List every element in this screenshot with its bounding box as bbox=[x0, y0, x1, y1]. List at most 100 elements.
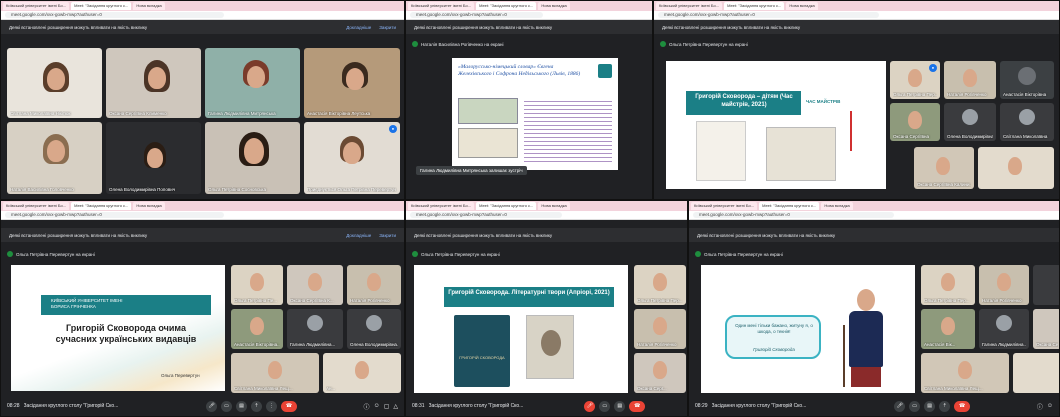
camera-icon[interactable]: ▭ bbox=[221, 400, 233, 412]
mic-icon[interactable]: 🎤︎ bbox=[894, 400, 906, 412]
meeting-clock: 08:28 bbox=[7, 403, 20, 409]
participant-tile: Оксана Серг... bbox=[634, 353, 686, 393]
participant-name: Оксана Серг... bbox=[637, 386, 667, 391]
people-icon[interactable]: ☺ bbox=[1047, 403, 1053, 409]
participant-tile: Ан... bbox=[323, 353, 401, 393]
meet-screenshot-collage: Київський університет імені Бо... Meet: … bbox=[0, 0, 1060, 417]
tab-new[interactable]: Нова вкладка bbox=[786, 2, 818, 10]
participant-tile: Наталія Василівна Головченко bbox=[7, 122, 102, 194]
presenter-text: Ольга Петрівна Перевертун на екрані bbox=[669, 41, 748, 47]
info-icon[interactable]: ⓘ bbox=[1037, 402, 1043, 411]
captions-icon[interactable]: ▤ bbox=[924, 400, 936, 412]
slide-title: Григорій Сковорода очима сучасних україн… bbox=[55, 323, 197, 344]
tab-meet[interactable]: Meet: "Засідання круглого с... bbox=[724, 2, 785, 10]
url-field[interactable]: meet.google.com/xvx-gowb-mwp?authuser=0 bbox=[658, 12, 879, 18]
participant-name: Наталія Рогівченко bbox=[637, 342, 677, 347]
end-call-icon[interactable]: ☎︎ bbox=[954, 400, 971, 412]
chat-icon[interactable]: ▢ bbox=[384, 403, 390, 410]
portrait-image bbox=[526, 315, 574, 379]
meet-control-bar: 08:28 Засідання круглого столу "Григорій… bbox=[1, 396, 404, 416]
url-field[interactable]: meet.google.com/xvx-gowb-mwp?authuser=0 bbox=[410, 212, 563, 218]
end-call-icon[interactable]: ☎︎ bbox=[281, 400, 298, 412]
tab-meet[interactable]: Meet: "Засідання круглого с... bbox=[759, 202, 820, 210]
slide-author: Ольга Перевертун bbox=[161, 373, 200, 378]
presenter-icon bbox=[695, 251, 701, 257]
presenter-icon bbox=[412, 251, 418, 257]
tab-university[interactable]: Київський університет імені Бо... bbox=[408, 2, 475, 10]
participant-name: Оксана Сергіївна К... bbox=[290, 298, 334, 303]
meeting-title: Засідання круглого столу "Григорій Ско..… bbox=[428, 403, 524, 409]
people-icon[interactable]: ☺ bbox=[374, 403, 380, 409]
participant-name: Олена Володимирівна Попович bbox=[109, 187, 176, 192]
participant-tile: Світлана Миколаївна Лещ... bbox=[231, 353, 319, 393]
book-cover-image: ГРИГОРІЙ СКОВОРОДА bbox=[454, 315, 510, 387]
skovoroda-illustration bbox=[841, 285, 891, 389]
presenter-text: Ольга Петрівна Перевертун на екрані bbox=[421, 251, 500, 257]
participant-name: Ольга Петрівна Пер... bbox=[893, 92, 937, 97]
tab-new[interactable]: Нова вкладка bbox=[538, 2, 570, 10]
tab-university[interactable]: Київський університет імені Бо... bbox=[656, 2, 723, 10]
url-field[interactable]: meet.google.com/xvx-gowb-mwp?authuser=0 bbox=[410, 12, 544, 18]
speaking-icon: ● bbox=[929, 64, 937, 72]
url-field[interactable]: meet.google.com/xvx-gowb-mwp?authuser=0 bbox=[5, 212, 225, 218]
participant-name: Світлана Миколаївна bbox=[1003, 134, 1048, 139]
present-icon[interactable]: ⇡ bbox=[251, 400, 263, 412]
present-icon[interactable]: ⇡ bbox=[939, 400, 951, 412]
close-link[interactable]: Закрити bbox=[379, 25, 396, 30]
avatar bbox=[1019, 109, 1035, 125]
tab-new[interactable]: Нова вкладка bbox=[133, 202, 165, 210]
tab-meet[interactable]: Meet: "Засідання круглого с... bbox=[476, 2, 537, 10]
more-icon[interactable]: ⋮ bbox=[266, 400, 278, 412]
url-field[interactable]: meet.google.com/xvx-gowb-mwp?authuser=0 bbox=[693, 212, 895, 218]
participant-tile: Наталія Рогівченко bbox=[944, 61, 996, 99]
participant-tile bbox=[978, 147, 1054, 189]
shared-slide: «Малоруссько-німецький словар» Євгена Же… bbox=[452, 58, 618, 170]
tab-university[interactable]: Київський університет імені Бо... bbox=[3, 2, 70, 10]
presenter-label: Ольга Петрівна Перевертун на екрані bbox=[689, 248, 1059, 260]
url-field[interactable]: meet.google.com/xvx-gowb-mwp?authuser=0 bbox=[5, 12, 225, 18]
shared-slide: КИЇВСЬКИЙ УНІВЕРСИТЕТ ІМЕНІ БОРИСА ГРІНЧ… bbox=[11, 265, 225, 391]
meeting-clock: 08:31 bbox=[412, 403, 425, 409]
details-link[interactable]: Докладніше bbox=[346, 25, 371, 30]
warning-message: Деякі встановлені розширення можуть впли… bbox=[9, 24, 148, 30]
tab-university[interactable]: Київський університет імені Бо... bbox=[408, 202, 475, 210]
end-call-icon[interactable]: ☎︎ bbox=[629, 400, 646, 412]
participant-tile: Світлана Миколаївна bbox=[1000, 103, 1054, 141]
presenter-icon bbox=[7, 251, 13, 257]
address-bar: meet.google.com/xvx-gowb-mwp?authuser=0 bbox=[406, 211, 687, 220]
tab-university[interactable]: Київський університет імені Бо... bbox=[3, 202, 70, 210]
tab-meet[interactable]: Meet: "Засідання круглого с... bbox=[71, 202, 132, 210]
participant-tile bbox=[1013, 353, 1059, 393]
quote-bubble: Один мені тільки бажано, житуну я, о шко… bbox=[725, 315, 821, 359]
camera-icon[interactable]: ▭ bbox=[599, 400, 611, 412]
participant-tile: Оксана Серг... bbox=[1033, 309, 1059, 349]
tab-meet[interactable]: Meet: "Засідання круглого с... bbox=[476, 202, 537, 210]
warning-message: Деякі встановлені розширення можуть впли… bbox=[9, 232, 148, 238]
mic-icon[interactable]: 🎤︎ bbox=[206, 400, 218, 412]
participant-tile: Оксана Сергіївна bbox=[890, 103, 940, 141]
tab-new[interactable]: Нова вкладка bbox=[133, 2, 165, 10]
tab-university[interactable]: Київський університет імені Бо... bbox=[691, 202, 758, 210]
meeting-title: Засідання круглого столу "Григорій Ско..… bbox=[23, 403, 119, 409]
camera-icon[interactable]: ▭ bbox=[909, 400, 921, 412]
tab-new[interactable]: Нова вкладка bbox=[538, 202, 570, 210]
activities-icon[interactable]: △ bbox=[393, 403, 398, 410]
participant-tile: Галина Людмилівна Митрянська bbox=[205, 48, 300, 118]
banknote-image bbox=[458, 98, 518, 124]
tab-new[interactable]: Нова вкладка bbox=[821, 202, 853, 210]
details-link[interactable]: Докладніше bbox=[346, 233, 371, 238]
close-link[interactable]: Закрити bbox=[379, 233, 396, 238]
info-icon[interactable]: ⓘ bbox=[364, 402, 370, 411]
address-bar: meet.google.com/xvx-gowb-mwp?authuser=0 bbox=[1, 211, 404, 220]
extension-warning: Деякі встановлені розширення можуть впли… bbox=[406, 228, 687, 242]
book-cover-image bbox=[696, 121, 746, 181]
presenter-text: Ольга Петрівна Перевертун на екрані bbox=[16, 251, 95, 257]
participant-tile: Світлана Миколаївна Нікітюк bbox=[7, 48, 102, 118]
participant-name: Ольга Петрівна Пер... bbox=[637, 298, 683, 303]
participant-name: Приєднується Ольга Петрівна Перевертун bbox=[307, 187, 396, 192]
mic-icon[interactable]: 🎤︎ bbox=[584, 400, 596, 412]
address-bar: meet.google.com/xvx-gowb-mwp?authuser=0 bbox=[406, 11, 652, 20]
captions-icon[interactable]: ▤ bbox=[236, 400, 248, 412]
captions-icon[interactable]: ▤ bbox=[614, 400, 626, 412]
tab-meet[interactable]: Meet: "Засідання круглого с... bbox=[71, 2, 132, 10]
